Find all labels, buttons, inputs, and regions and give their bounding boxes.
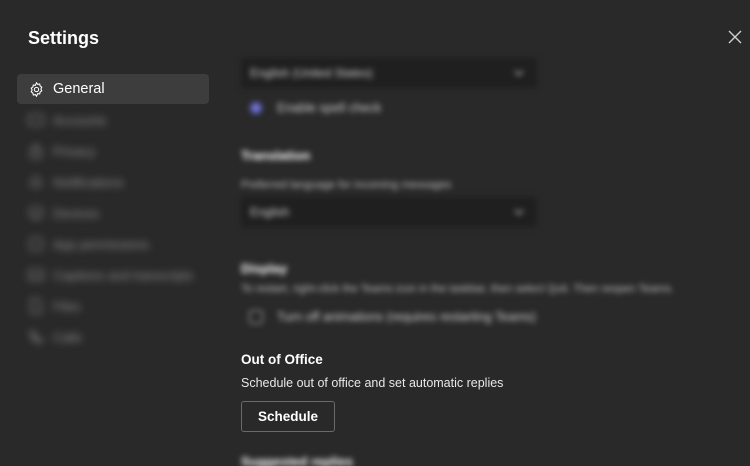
nav-item-privacy[interactable]: Privacy — [17, 136, 209, 166]
nav-item-app-permissions[interactable]: App permissions — [17, 229, 209, 259]
spell-check-row[interactable]: Enable spell check — [249, 101, 381, 115]
lock-icon — [27, 142, 45, 160]
nav-item-notifications[interactable]: Notifications — [17, 167, 209, 197]
settings-nav: General Accounts Privacy Notifications D… — [17, 74, 209, 353]
language-select-value: English (United States) — [250, 66, 373, 80]
out-of-office-description: Schedule out of office and set automatic… — [241, 376, 504, 390]
close-icon — [728, 30, 742, 44]
nav-item-label: Files — [53, 298, 81, 314]
nav-item-label: App permissions — [53, 236, 150, 252]
device-icon — [27, 204, 45, 222]
spell-check-checkbox[interactable] — [249, 101, 263, 115]
captions-icon — [27, 266, 45, 284]
animations-label: Turn off animations (requires restarting… — [277, 310, 536, 324]
nav-item-calls[interactable]: Calls — [17, 322, 209, 352]
nav-item-label: General — [53, 81, 105, 97]
suggested-replies-heading: Suggested replies — [241, 454, 353, 466]
chevron-down-icon — [514, 209, 524, 215]
nav-item-accounts[interactable]: Accounts — [17, 105, 209, 135]
accounts-icon — [27, 111, 45, 129]
permissions-icon — [27, 235, 45, 253]
nav-item-captions[interactable]: Captions and transcripts — [17, 260, 209, 290]
translation-heading: Translation — [241, 148, 311, 163]
settings-content: English (United States) Enable spell che… — [241, 0, 721, 466]
language-select[interactable]: English (United States) — [241, 58, 537, 88]
phone-icon — [27, 328, 45, 346]
dialog-title: Settings — [28, 28, 100, 48]
bell-icon — [27, 173, 45, 191]
nav-item-label: Privacy — [53, 143, 96, 159]
animations-checkbox[interactable] — [249, 310, 263, 324]
gear-icon — [27, 80, 45, 98]
animations-row[interactable]: Turn off animations (requires restarting… — [249, 310, 536, 324]
chevron-down-icon — [514, 70, 524, 76]
nav-item-general[interactable]: General — [17, 74, 209, 104]
nav-item-label: Calls — [53, 329, 82, 345]
display-heading: Display — [241, 261, 288, 276]
nav-item-devices[interactable]: Devices — [17, 198, 209, 228]
nav-item-files[interactable]: Files — [17, 291, 209, 321]
file-icon — [27, 297, 45, 315]
out-of-office-heading: Out of Office — [241, 352, 323, 367]
translation-description: Preferred language for incoming messages — [241, 179, 452, 191]
close-button[interactable] — [724, 26, 746, 48]
translation-select-value: English — [250, 205, 290, 219]
nav-item-label: Devices — [53, 205, 100, 221]
spell-check-label: Enable spell check — [277, 101, 382, 115]
nav-item-label: Captions and transcripts — [53, 267, 194, 283]
nav-item-label: Notifications — [53, 174, 124, 190]
nav-item-label: Accounts — [53, 112, 107, 128]
translation-select[interactable]: English — [241, 197, 537, 227]
schedule-button[interactable]: Schedule — [241, 401, 335, 432]
settings-dialog: Settings General Accounts Privacy Notifi… — [0, 0, 750, 466]
display-description: To restart, right-click the Teams icon i… — [241, 283, 674, 295]
